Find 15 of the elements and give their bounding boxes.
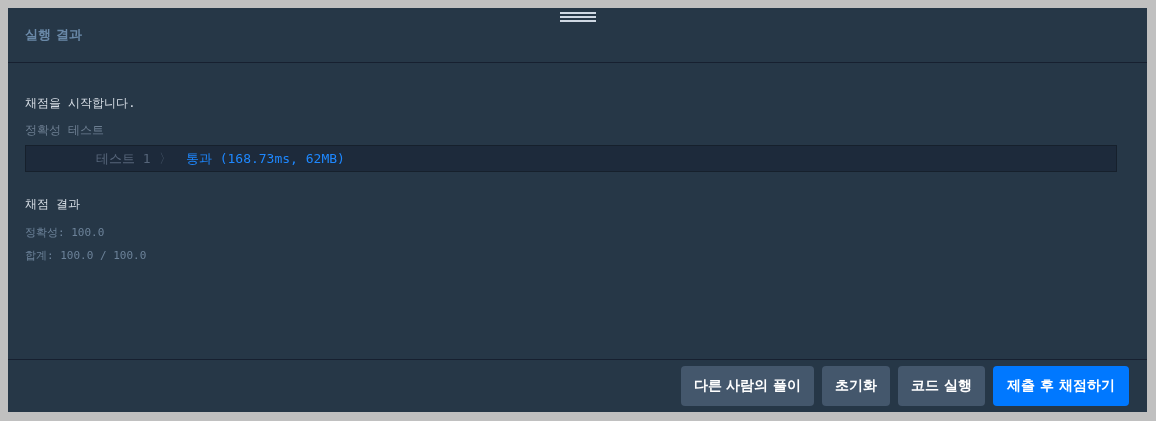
- test-status: 통과: [185, 149, 212, 168]
- action-button[interactable]: 다른 사람의 풀이: [680, 366, 815, 406]
- chevron-icon: 〉: [158, 149, 172, 168]
- section-label: 정확성 테스트: [25, 122, 106, 139]
- action-button[interactable]: 코드 실행: [898, 366, 986, 406]
- panel-title: 실행 결과: [25, 26, 82, 44]
- summary-line: 합계: 100.0 / 100.0: [25, 248, 148, 263]
- drag-handle-icon[interactable]: [560, 12, 596, 22]
- action-button[interactable]: 초기화: [822, 366, 891, 406]
- summary-line: 정확성: 100.0: [25, 225, 106, 240]
- status-message: 채점을 시작합니다.: [25, 95, 137, 112]
- test-name: 테스트 1: [96, 149, 151, 168]
- summary-title: 채점 결과: [25, 196, 82, 213]
- action-button[interactable]: 제출 후 채점하기: [993, 366, 1129, 406]
- test-detail: (168.73ms, 62MB): [219, 151, 345, 166]
